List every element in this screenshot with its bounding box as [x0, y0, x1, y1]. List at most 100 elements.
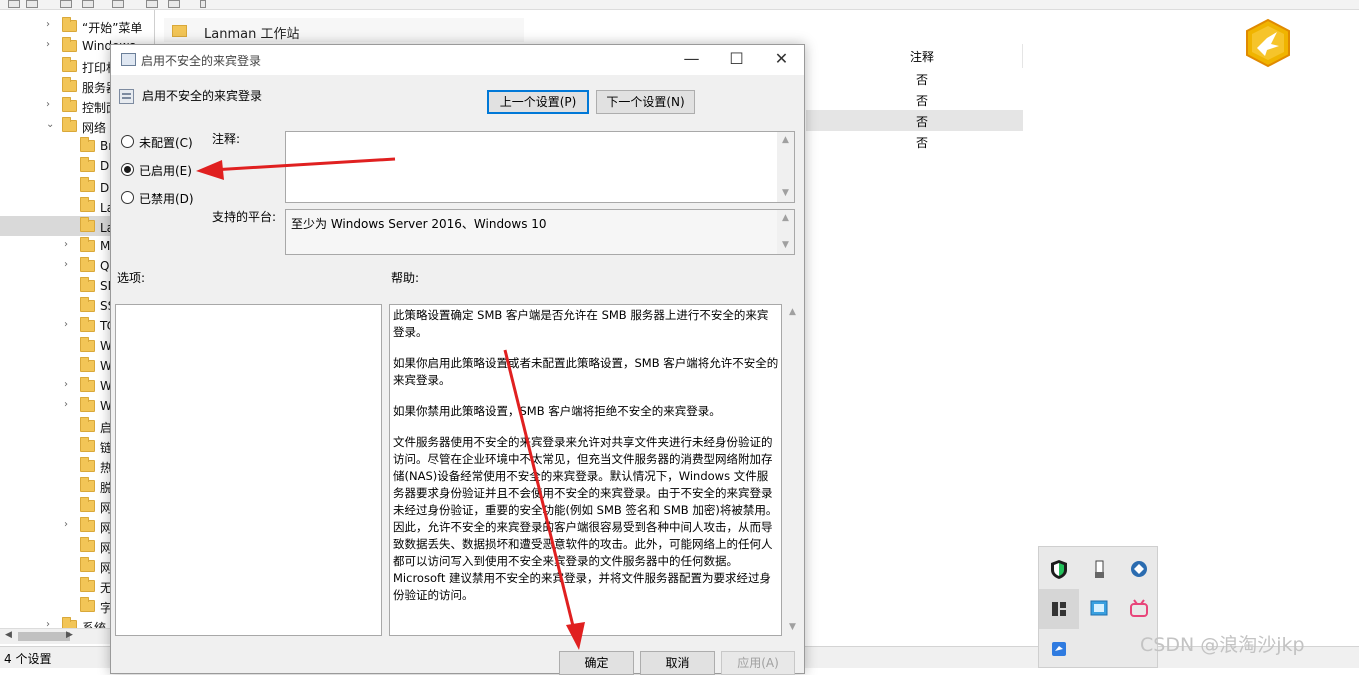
folder-header: Lanman 工作站 — [164, 18, 524, 42]
platform-value: 至少为 Windows Server 2016、Windows 10 — [291, 217, 547, 231]
chevron-right-icon[interactable]: › — [64, 239, 74, 250]
minimize-button[interactable]: — — [669, 45, 714, 75]
folder-icon — [62, 17, 77, 32]
options-label: 选项: — [117, 271, 146, 285]
folder-icon — [80, 497, 95, 512]
scroll-up-icon: ▲ — [782, 135, 789, 145]
radio-enabled[interactable] — [121, 163, 134, 176]
filter-icon[interactable] — [200, 0, 206, 8]
comment-textarea[interactable]: ▲ ▼ — [285, 131, 795, 203]
chevron-right-icon[interactable]: › — [64, 399, 74, 410]
export-list-icon[interactable] — [112, 0, 124, 8]
chevron-right-icon[interactable]: › — [64, 519, 74, 530]
apply-button[interactable]: 应用(A) — [721, 651, 795, 675]
folder-icon — [80, 437, 95, 452]
help-paragraph: 文件服务器使用不安全的来宾登录来允许对共享文件夹进行未经身份验证的访问。尽管在企… — [393, 435, 778, 602]
back-icon[interactable] — [8, 0, 20, 8]
policy-name: 启用不安全的来宾登录 — [142, 89, 263, 103]
forward-icon[interactable] — [26, 0, 38, 8]
comment-label: 注释: — [212, 132, 241, 146]
dialog-titlebar[interactable]: 启用不安全的来宾登录 — ☐ ✕ — [111, 45, 804, 75]
bilibili-icon[interactable] — [1119, 589, 1159, 629]
scroll-left-icon[interactable]: ◀ — [5, 630, 12, 640]
radio-not-configured-label[interactable]: 未配置(C) — [139, 134, 193, 151]
folder-icon — [80, 157, 95, 172]
folder-icon — [80, 137, 95, 152]
column-divider — [1022, 44, 1023, 68]
folder-title: Lanman 工作站 — [204, 27, 300, 42]
chevron-right-icon[interactable]: › — [64, 259, 74, 270]
table-row[interactable]: 否 — [806, 131, 1023, 152]
platform-label: 支持的平台: — [212, 210, 277, 224]
close-button[interactable]: ✕ — [759, 45, 804, 75]
show-tree-icon[interactable] — [82, 0, 94, 8]
column-header-comment[interactable]: 注释 — [910, 48, 934, 65]
folder-icon — [80, 277, 95, 292]
scroll-thumb[interactable] — [18, 632, 70, 641]
folder-icon — [62, 97, 77, 112]
remote-desktop-icon[interactable] — [1079, 589, 1119, 629]
security-shield-icon[interactable] — [1039, 549, 1079, 589]
folder-icon — [80, 377, 95, 392]
comment-cell: 否 — [916, 136, 929, 150]
folder-icon — [80, 197, 95, 212]
folder-icon — [80, 477, 95, 492]
folder-icon — [80, 177, 95, 192]
policy-dialog: 启用不安全的来宾登录 — ☐ ✕ 启用不安全的来宾登录 上一个设置(P) 下一个… — [110, 44, 805, 675]
help-label: 帮助: — [391, 271, 420, 285]
folder-up-icon[interactable] — [60, 0, 72, 8]
folder-icon — [80, 557, 95, 572]
comment-cell: 否 — [916, 73, 929, 87]
feishu-icon[interactable] — [1039, 629, 1079, 669]
mmc-toolbar — [0, 0, 1359, 10]
app-window-icon[interactable] — [1039, 589, 1079, 629]
table-row[interactable]: 否 — [806, 68, 1023, 89]
scroll-right-icon[interactable]: ▶ — [66, 630, 73, 640]
usb-drive-icon[interactable] — [1079, 549, 1119, 589]
watermark: CSDN @浪淘沙jkp — [1140, 634, 1305, 656]
folder-icon — [172, 25, 187, 37]
network-globe-icon[interactable] — [1119, 549, 1159, 589]
table-row[interactable]: 否 — [806, 89, 1023, 110]
dialog-title: 启用不安全的来宾登录 — [141, 54, 262, 68]
scroll-up-icon: ▲ — [789, 307, 796, 317]
folder-icon — [80, 317, 95, 332]
radio-enabled-label[interactable]: 已启用(E) — [139, 162, 192, 179]
chevron-right-icon[interactable]: › — [46, 619, 56, 628]
help-paragraph: 此策略设置确定 SMB 客户端是否允许在 SMB 服务器上进行不安全的来宾登录。 — [393, 308, 769, 339]
scroll-up-icon: ▲ — [782, 213, 789, 223]
radio-disabled-label[interactable]: 已禁用(D) — [139, 190, 194, 207]
chevron-down-icon[interactable]: ⌄ — [46, 119, 56, 130]
chevron-right-icon[interactable]: › — [64, 319, 74, 330]
tree-item[interactable]: › “开始”菜单 — [0, 16, 154, 36]
folder-icon — [80, 357, 95, 372]
comment-scrollbar[interactable]: ▲ ▼ — [777, 132, 794, 202]
folder-icon — [80, 597, 95, 612]
chevron-right-icon[interactable]: › — [46, 19, 56, 30]
chevron-right-icon[interactable]: › — [46, 99, 56, 110]
radio-not-configured[interactable] — [121, 135, 134, 148]
cancel-button[interactable]: 取消 — [640, 651, 715, 675]
chevron-right-icon[interactable]: › — [64, 379, 74, 390]
help-paragraph: 如果你启用此策略设置或者未配置此策略设置，SMB 客户端将允许不安全的来宾登录。 — [393, 356, 779, 387]
previous-setting-button[interactable]: 上一个设置(P) — [487, 90, 589, 114]
folder-icon — [80, 397, 95, 412]
help-icon[interactable] — [146, 0, 158, 8]
ok-button[interactable]: 确定 — [559, 651, 634, 675]
properties-icon[interactable] — [168, 0, 180, 8]
help-scrollbar[interactable]: ▲ ▼ — [784, 304, 801, 636]
folder-icon — [80, 337, 95, 352]
folder-icon — [80, 577, 95, 592]
radio-disabled[interactable] — [121, 191, 134, 204]
status-text: 4 个设置 — [4, 652, 52, 666]
help-panel: 此策略设置确定 SMB 客户端是否允许在 SMB 服务器上进行不安全的来宾登录。… — [389, 304, 782, 636]
table-row[interactable]: 否 — [806, 110, 1023, 131]
maximize-button[interactable]: ☐ — [714, 45, 759, 75]
folder-icon — [80, 257, 95, 272]
next-setting-button[interactable]: 下一个设置(N) — [596, 90, 695, 114]
chevron-right-icon[interactable]: › — [46, 39, 56, 50]
platform-scrollbar[interactable]: ▲ ▼ — [777, 210, 794, 254]
app-logo-icon — [1246, 18, 1290, 68]
folder-icon — [62, 117, 77, 132]
tree-item-label: 网络 — [82, 121, 107, 135]
